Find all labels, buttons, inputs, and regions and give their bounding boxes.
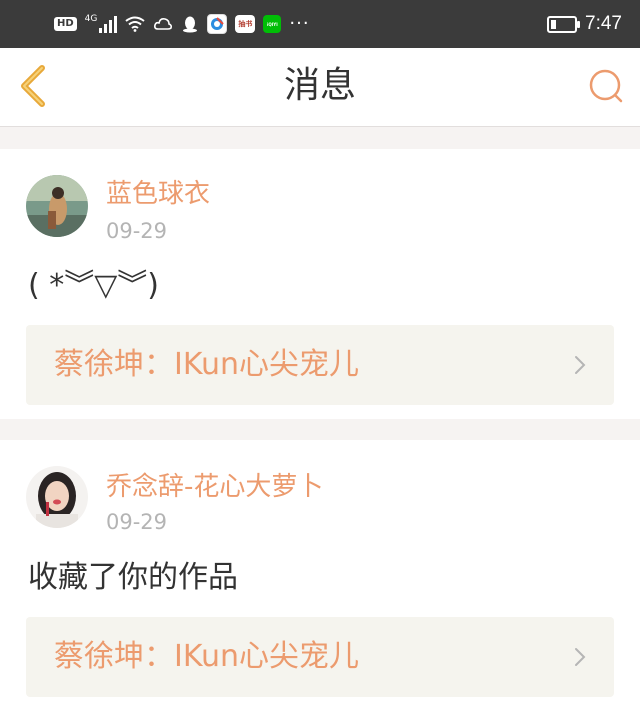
signal-icon: 4G	[85, 15, 118, 33]
message-text: ( *︾▽︾)	[28, 268, 160, 303]
iqiyi-app-icon: iQIYI	[263, 15, 282, 33]
username[interactable]: 蓝色球衣	[106, 178, 210, 210]
work-title: 蔡徐坤：IKun心尖宠儿	[54, 639, 360, 674]
qq-penguin-icon	[183, 16, 198, 33]
book-app-icon: 抽书	[235, 15, 256, 33]
battery-level	[551, 19, 557, 29]
page-title: 消息	[283, 65, 356, 106]
message-date: 09-29	[106, 510, 168, 534]
clock: 7:47	[585, 13, 622, 34]
chevron-right-icon	[575, 356, 586, 374]
hd-icon: HD	[54, 17, 77, 31]
battery-icon	[547, 15, 581, 33]
status-bar: HD 4G 抽书 iQIYI ··· 7:47	[0, 0, 640, 48]
avatar-image	[26, 466, 88, 528]
search-button[interactable]	[586, 66, 626, 106]
avatar[interactable]	[26, 466, 88, 528]
message-date: 09-29	[106, 219, 168, 243]
search-icon	[589, 69, 623, 103]
message-card: 蓝色球衣 09-29 ( *︾▽︾) 蔡徐坤：IKun心尖宠儿	[0, 149, 640, 419]
chevron-right-icon	[575, 648, 586, 666]
message-card: 乔念辞-花心大萝卜 09-29 收藏了你的作品 蔡徐坤：IKun心尖宠儿	[0, 440, 640, 712]
work-link[interactable]: 蔡徐坤：IKun心尖宠儿	[26, 325, 614, 405]
avatar[interactable]	[26, 175, 88, 237]
status-left-icons: HD 4G 抽书 iQIYI ···	[54, 12, 310, 36]
username[interactable]: 乔念辞-花心大萝卜	[106, 471, 323, 503]
message-text: 收藏了你的作品	[28, 560, 238, 595]
avatar-image	[26, 175, 88, 237]
cloud-icon	[154, 18, 173, 30]
more-notifications-icon: ···	[289, 13, 310, 34]
nav-bar: 消息	[0, 48, 640, 127]
status-right-icons: 7:47	[547, 10, 622, 38]
wifi-icon	[125, 16, 145, 32]
browser-app-icon	[207, 14, 228, 34]
work-link[interactable]: 蔡徐坤：IKun心尖宠儿	[26, 617, 614, 697]
work-title: 蔡徐坤：IKun心尖宠儿	[54, 347, 360, 382]
